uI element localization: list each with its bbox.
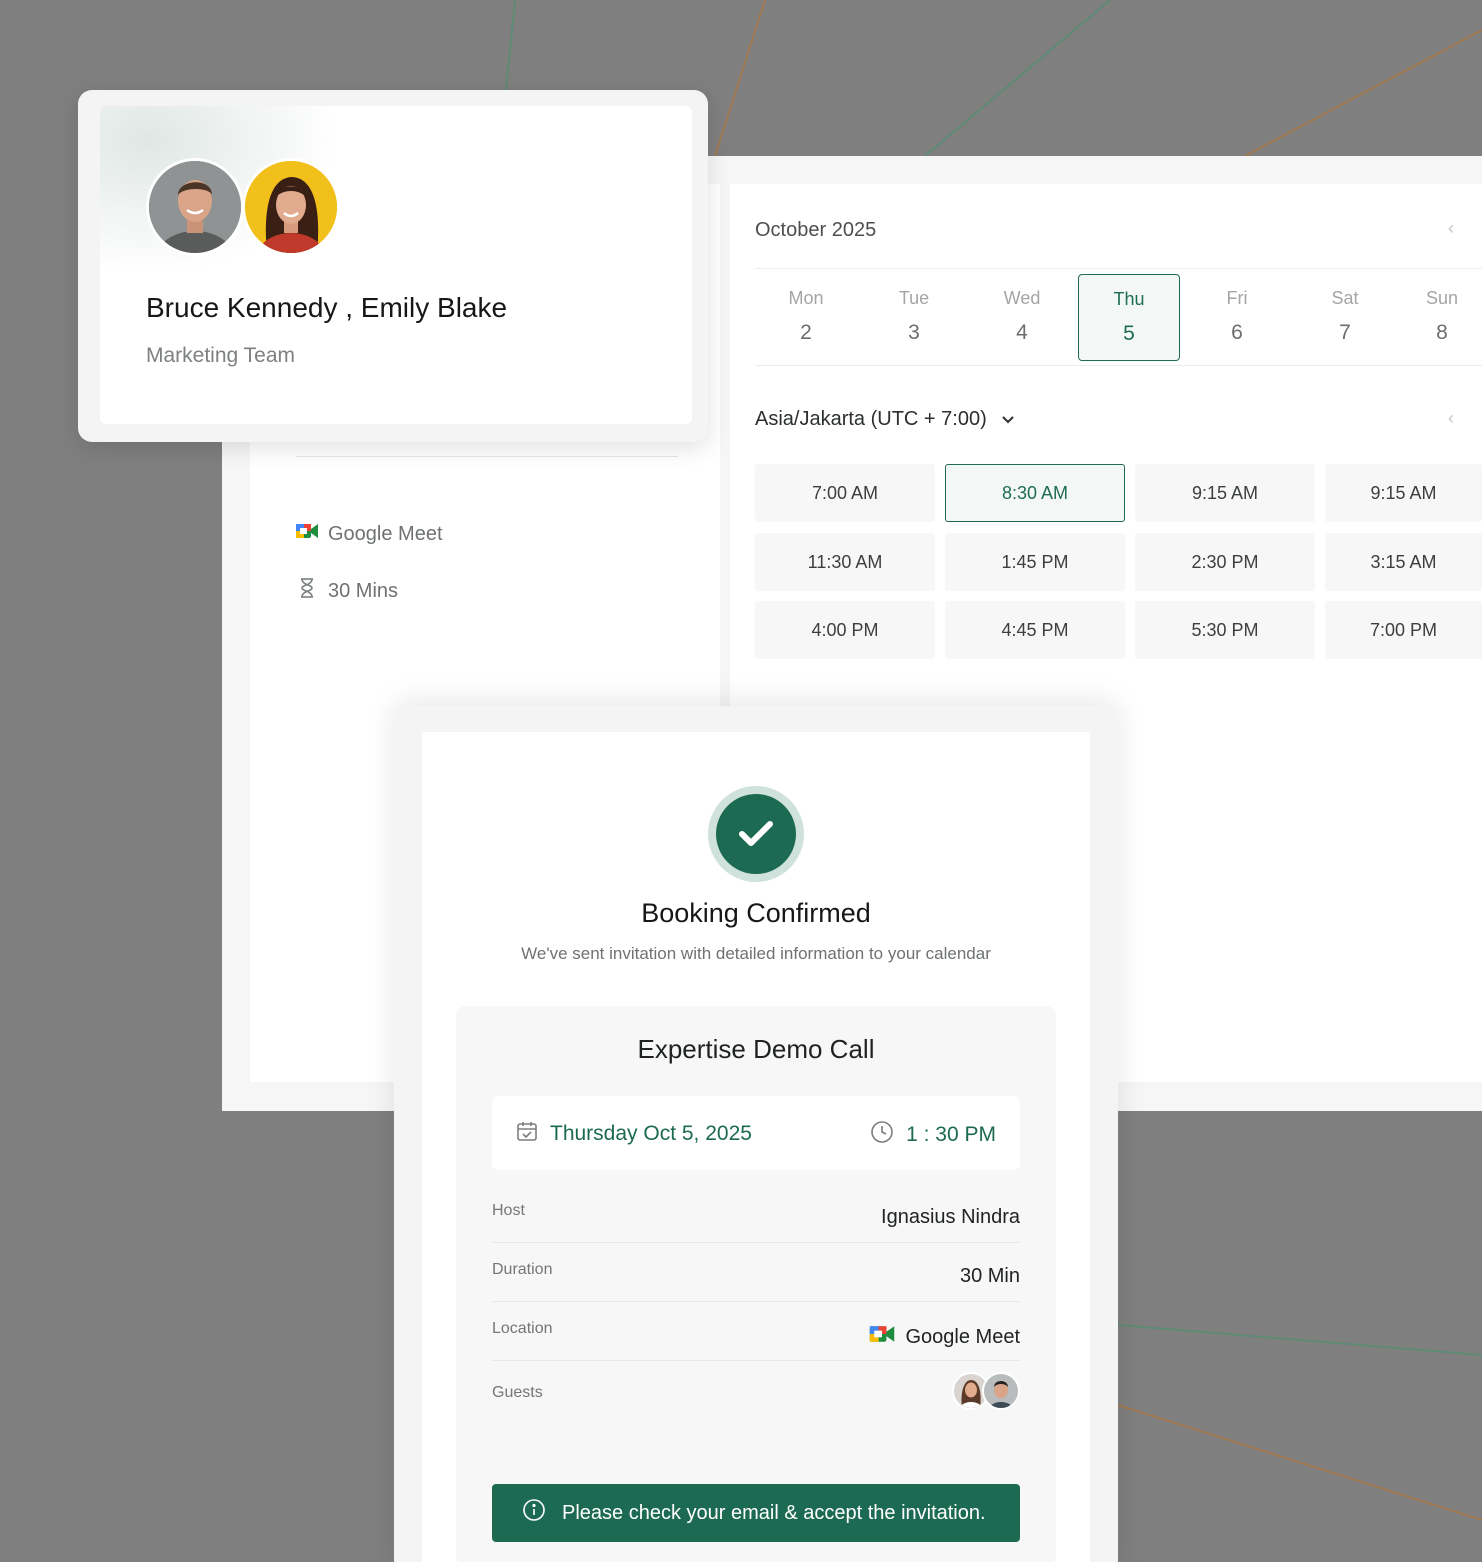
day-fri[interactable]: Fri 6 bbox=[1186, 274, 1288, 361]
detail-row-guests: Guests bbox=[492, 1362, 1020, 1428]
location-value: Google Meet bbox=[869, 1324, 1020, 1350]
chevron-left-icon[interactable]: ‹ bbox=[1448, 218, 1454, 239]
confirmation-body: Booking Confirmed We've sent invitation … bbox=[422, 732, 1090, 1562]
event-date: Thursday Oct 5, 2025 bbox=[516, 1120, 752, 1148]
day-thu[interactable]: Thu 5 bbox=[1078, 274, 1180, 361]
team-name: Marketing Team bbox=[146, 344, 296, 367]
avatar bbox=[146, 158, 244, 256]
host-names: Bruce Kennedy , Emily Blake bbox=[146, 292, 508, 323]
info-icon bbox=[522, 1498, 546, 1528]
avatar bbox=[982, 1372, 1020, 1410]
host-profile-card: Bruce Kennedy , Emily Blake Marketing Te… bbox=[78, 90, 708, 442]
chevron-down-icon bbox=[1001, 412, 1015, 428]
day-sun[interactable]: Sun 8 bbox=[1402, 274, 1482, 361]
event-details: Expertise Demo Call Thursday Oct 5, 2025 bbox=[456, 1006, 1056, 1562]
day-sat[interactable]: Sat 7 bbox=[1294, 274, 1396, 361]
confirmation-subtitle: We've sent invitation with detailed info… bbox=[521, 944, 991, 963]
time-slot[interactable]: 4:00 PM bbox=[755, 601, 935, 659]
detail-row-duration: Duration 30 Min bbox=[492, 1243, 1020, 1302]
month-title: October 2025 bbox=[755, 219, 877, 241]
detail-row-location: Location Google Meet bbox=[492, 1302, 1020, 1361]
hourglass-icon bbox=[296, 577, 318, 605]
duration-value: 30 Min bbox=[959, 1265, 1020, 1287]
booking-confirmation-card: Booking Confirmed We've sent invitation … bbox=[394, 706, 1118, 1562]
event-time-label: 1 : 30 PM bbox=[906, 1123, 996, 1146]
chevron-left-icon[interactable]: ‹ bbox=[1448, 408, 1454, 429]
timezone-label: Asia/Jakarta (UTC + 7:00) bbox=[755, 408, 987, 430]
duration-label: 30 Mins bbox=[328, 579, 399, 602]
time-slot[interactable]: 7:00 AM bbox=[755, 464, 935, 522]
calendar-icon bbox=[516, 1120, 538, 1148]
avatar bbox=[242, 158, 340, 256]
time-slot[interactable]: 4:45 PM bbox=[945, 601, 1125, 659]
invitation-notice: Please check your email & accept the inv… bbox=[492, 1484, 1020, 1542]
divider bbox=[296, 456, 678, 457]
time-slot[interactable]: 2:30 PM bbox=[1135, 533, 1315, 591]
host-value: Ignasius Nindra bbox=[881, 1206, 1020, 1228]
time-slot[interactable]: 1:45 PM bbox=[945, 533, 1125, 591]
event-time: 1 : 30 PM bbox=[870, 1120, 996, 1150]
host-label: Host bbox=[492, 1202, 525, 1219]
event-datetime: Thursday Oct 5, 2025 1 : 30 PM bbox=[492, 1096, 1020, 1170]
day-mon[interactable]: Mon 2 bbox=[755, 274, 857, 361]
duration-label: Duration bbox=[492, 1261, 553, 1278]
google-meet-icon bbox=[869, 1324, 895, 1350]
timezone-select[interactable]: Asia/Jakarta (UTC + 7:00) bbox=[755, 408, 1015, 431]
time-slot[interactable]: 9:15 AM bbox=[1325, 464, 1482, 522]
event-date-label: Thursday Oct 5, 2025 bbox=[550, 1122, 752, 1145]
location-value-label: Google Meet bbox=[905, 1325, 1020, 1348]
meeting-platform: Google Meet bbox=[296, 522, 443, 546]
guest-avatars bbox=[952, 1372, 1020, 1410]
notice-text: Please check your email & accept the inv… bbox=[562, 1501, 986, 1524]
profile-card-body: Bruce Kennedy , Emily Blake Marketing Te… bbox=[100, 106, 692, 424]
time-slot[interactable]: 9:15 AM bbox=[1135, 464, 1315, 522]
time-slot-selected[interactable]: 8:30 AM bbox=[945, 464, 1125, 522]
day-tue[interactable]: Tue 3 bbox=[863, 274, 965, 361]
day-wed[interactable]: Wed 4 bbox=[971, 274, 1073, 361]
time-slot[interactable]: 11:30 AM bbox=[755, 533, 935, 591]
meeting-platform-label: Google Meet bbox=[328, 522, 443, 545]
time-slot[interactable]: 3:15 AM bbox=[1325, 533, 1482, 591]
time-slot[interactable]: 5:30 PM bbox=[1135, 601, 1315, 659]
checkmark-icon bbox=[716, 794, 796, 874]
guests-label: Guests bbox=[492, 1384, 543, 1401]
meeting-duration: 30 Mins bbox=[296, 577, 398, 605]
week-days-row: Mon 2 Tue 3 Wed 4 Thu 5 Fri 6 Sat 7 Sun … bbox=[755, 268, 1482, 366]
detail-row-host: Host Ignasius Nindra bbox=[492, 1184, 1020, 1243]
location-label: Location bbox=[492, 1320, 553, 1337]
success-badge bbox=[708, 786, 804, 882]
clock-icon bbox=[870, 1120, 894, 1150]
event-title: Expertise Demo Call bbox=[637, 1034, 875, 1064]
confirmation-title: Booking Confirmed bbox=[641, 898, 871, 928]
time-slot[interactable]: 7:00 PM bbox=[1325, 601, 1482, 659]
google-meet-icon bbox=[296, 522, 318, 546]
